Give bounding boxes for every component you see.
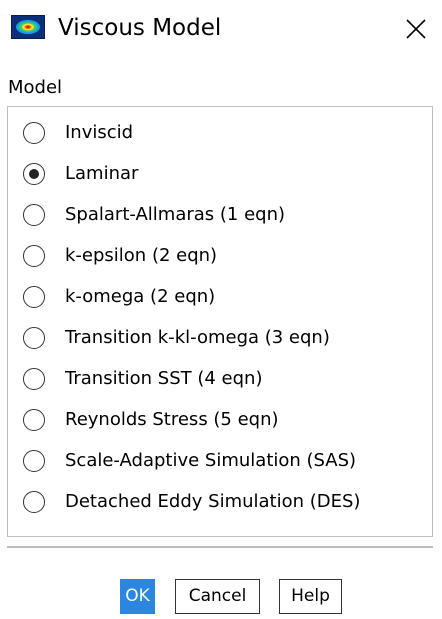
radio-button[interactable] bbox=[23, 122, 45, 144]
radio-option-k-omega[interactable]: k-omega (2 eqn) bbox=[8, 277, 432, 318]
radio-label: Transition SST (4 eqn) bbox=[65, 368, 263, 389]
window-title: Viscous Model bbox=[58, 15, 222, 41]
model-group-box: Inviscid Laminar Spalart-Allmaras (1 eqn… bbox=[7, 106, 433, 537]
radio-button[interactable] bbox=[23, 286, 45, 308]
radio-option-inviscid[interactable]: Inviscid bbox=[8, 113, 432, 154]
radio-label: Scale-Adaptive Simulation (SAS) bbox=[65, 450, 357, 471]
radio-option-reynolds-stress[interactable]: Reynolds Stress (5 eqn) bbox=[8, 400, 432, 441]
close-button[interactable] bbox=[400, 13, 432, 45]
radio-option-k-epsilon[interactable]: k-epsilon (2 eqn) bbox=[8, 236, 432, 277]
radio-label: k-epsilon (2 eqn) bbox=[65, 245, 218, 266]
radio-button[interactable] bbox=[23, 368, 45, 390]
radio-label: Reynolds Stress (5 eqn) bbox=[65, 409, 279, 430]
radio-button[interactable] bbox=[23, 450, 45, 472]
help-button[interactable]: Help bbox=[279, 579, 342, 614]
radio-button[interactable] bbox=[23, 327, 45, 349]
radio-button[interactable] bbox=[23, 204, 45, 226]
radio-option-des[interactable]: Detached Eddy Simulation (DES) bbox=[8, 482, 432, 523]
radio-option-transition-sst[interactable]: Transition SST (4 eqn) bbox=[8, 359, 432, 400]
radio-label: k-omega (2 eqn) bbox=[65, 286, 216, 307]
radio-option-transition-k-kl-omega[interactable]: Transition k-kl-omega (3 eqn) bbox=[8, 318, 432, 359]
close-icon bbox=[406, 19, 426, 39]
radio-label: Transition k-kl-omega (3 eqn) bbox=[65, 327, 330, 348]
radio-option-spalart-allmaras[interactable]: Spalart-Allmaras (1 eqn) bbox=[8, 195, 432, 236]
radio-label: Spalart-Allmaras (1 eqn) bbox=[65, 204, 286, 225]
model-group-label: Model bbox=[8, 77, 63, 98]
divider bbox=[7, 546, 433, 548]
radio-label: Detached Eddy Simulation (DES) bbox=[65, 491, 361, 512]
title-bar: Viscous Model bbox=[0, 0, 442, 58]
radio-option-sas[interactable]: Scale-Adaptive Simulation (SAS) bbox=[8, 441, 432, 482]
model-radio-list: Inviscid Laminar Spalart-Allmaras (1 eqn… bbox=[8, 113, 432, 523]
radio-label: Inviscid bbox=[65, 122, 134, 143]
radio-button[interactable] bbox=[23, 491, 45, 513]
ok-button[interactable]: OK bbox=[120, 579, 155, 614]
radio-button-selected[interactable] bbox=[23, 163, 45, 185]
radio-label: Laminar bbox=[65, 163, 139, 184]
fluent-app-icon bbox=[11, 15, 45, 39]
radio-option-laminar[interactable]: Laminar bbox=[8, 154, 432, 195]
radio-button[interactable] bbox=[23, 245, 45, 267]
radio-button[interactable] bbox=[23, 409, 45, 431]
cancel-button[interactable]: Cancel bbox=[175, 579, 260, 614]
